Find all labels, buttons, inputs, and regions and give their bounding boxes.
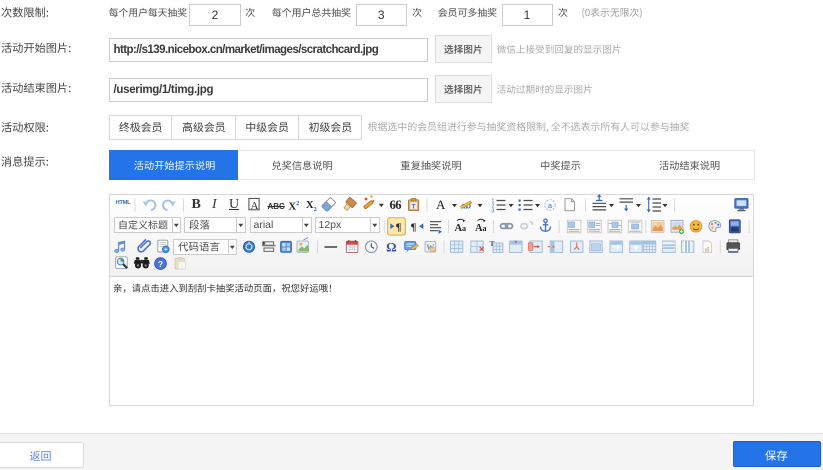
svg-text:T: T xyxy=(412,203,416,210)
svg-text:a: a xyxy=(548,201,553,210)
svg-text:¶: ¶ xyxy=(396,222,402,234)
svg-text:Ω: Ω xyxy=(386,240,396,255)
svg-text:¶: ¶ xyxy=(411,222,417,234)
svg-text:?: ? xyxy=(158,259,163,269)
svg-text:a: a xyxy=(483,224,487,233)
svg-text:3: 3 xyxy=(492,208,495,214)
svg-text:a: a xyxy=(462,224,466,233)
